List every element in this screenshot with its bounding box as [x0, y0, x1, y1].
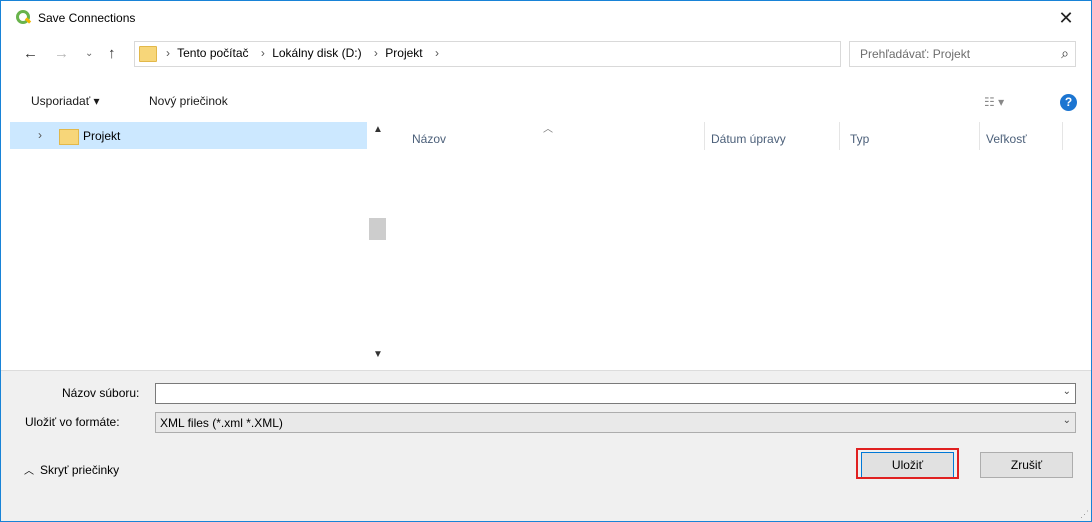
- cancel-button[interactable]: Zrušiť: [980, 452, 1073, 478]
- folder-icon: [59, 129, 79, 145]
- organize-menu-button[interactable]: Usporiadať ▾: [31, 94, 100, 108]
- resize-grip-icon[interactable]: ⋰: [1080, 509, 1089, 520]
- filetype-value: XML files (*.xml *.XML): [160, 416, 283, 430]
- search-placeholder: Prehľadávať: Projekt: [860, 47, 971, 61]
- column-header-size[interactable]: Veľkosť: [986, 132, 1027, 146]
- save-options-panel: Názov súboru: ⌄ Uložiť vo formáte: XML f…: [1, 370, 1091, 521]
- filetype-dropdown-chevron-icon[interactable]: ⌄: [1063, 415, 1071, 426]
- back-arrow-icon[interactable]: ←: [23, 45, 38, 62]
- breadcrumb: › Tento počítač › Lokálny disk (D:) › Pr…: [161, 46, 443, 60]
- column-divider[interactable]: [1062, 122, 1063, 150]
- filetype-label: Uložiť vo formáte:: [25, 415, 120, 429]
- sort-ascending-icon: ︿: [543, 124, 553, 135]
- address-bar[interactable]: › Tento počítač › Lokálny disk (D:) › Pr…: [134, 41, 965, 67]
- up-arrow-icon[interactable]: ↑: [108, 45, 116, 62]
- breadcrumb-separator-icon: ›: [260, 46, 265, 60]
- chevron-up-icon: ︿: [24, 466, 34, 477]
- close-button[interactable]: ✕: [1051, 5, 1081, 31]
- filetype-select[interactable]: XML files (*.xml *.XML) ⌄: [155, 412, 1076, 433]
- breadcrumb-item[interactable]: Tento počítač: [177, 46, 248, 60]
- column-header-type[interactable]: Typ: [850, 132, 869, 146]
- title-bar: Save Connections ✕: [1, 1, 1091, 35]
- column-header-date[interactable]: Dátum úpravy: [711, 132, 786, 146]
- hide-folders-label: Skryť priečinky: [40, 463, 120, 477]
- breadcrumb-item[interactable]: Projekt: [385, 46, 422, 60]
- file-list[interactable]: ︿ Názov Dátum úpravy Typ Veľkosť: [388, 122, 1091, 370]
- filename-label: Názov súboru:: [62, 386, 140, 400]
- scroll-down-arrow-icon[interactable]: ▼: [373, 349, 383, 360]
- command-bar: Usporiadať ▾ Nový priečinok ☷ ▾ ?: [1, 85, 1091, 119]
- scroll-up-arrow-icon[interactable]: ▲: [373, 124, 383, 135]
- scrollbar-thumb[interactable]: [369, 218, 386, 240]
- qgis-logo-icon: [16, 10, 32, 24]
- search-input[interactable]: Prehľadávať: Projekt ⌕: [849, 41, 1076, 67]
- breadcrumb-separator-icon: ›: [434, 46, 439, 60]
- column-divider[interactable]: [979, 122, 980, 150]
- filename-field[interactable]: ⌄: [155, 383, 1076, 404]
- breadcrumb-separator-icon: ›: [166, 46, 170, 60]
- forward-arrow-icon[interactable]: →: [54, 45, 69, 62]
- recent-locations-chevron-icon[interactable]: ⌄: [85, 48, 93, 59]
- save-dialog: Save Connections ✕ ← → ⌄ ↑ › Tento počít…: [0, 0, 1092, 522]
- column-divider[interactable]: [704, 122, 705, 150]
- column-divider[interactable]: [839, 122, 840, 150]
- window-title: Save Connections: [38, 11, 136, 25]
- navigation-scrollbar[interactable]: ▲ ▼: [369, 122, 386, 370]
- help-icon[interactable]: ?: [1060, 94, 1077, 111]
- filename-dropdown-chevron-icon[interactable]: ⌄: [1063, 386, 1071, 397]
- tree-item-projekt[interactable]: › Projekt: [10, 122, 367, 149]
- breadcrumb-separator-icon: ›: [373, 46, 378, 60]
- folder-icon: [139, 46, 157, 62]
- new-folder-button[interactable]: Nový priečinok: [149, 94, 228, 108]
- navigation-pane[interactable]: › Projekt: [10, 122, 367, 370]
- column-header-name[interactable]: Názov: [412, 132, 446, 146]
- expand-chevron-icon[interactable]: ›: [38, 128, 42, 142]
- save-button-highlight-frame: [856, 448, 959, 479]
- view-options-icon[interactable]: ☷ ▾: [984, 95, 1004, 109]
- tree-item-label: Projekt: [83, 129, 121, 143]
- hide-folders-button[interactable]: ︿ Skryť priečinky: [24, 462, 119, 477]
- address-row: ← → ⌄ ↑ › Tento počítač › Lokálny disk (…: [1, 39, 1091, 69]
- breadcrumb-item[interactable]: Lokálny disk (D:): [272, 46, 361, 60]
- search-icon[interactable]: ⌕: [1061, 45, 1069, 62]
